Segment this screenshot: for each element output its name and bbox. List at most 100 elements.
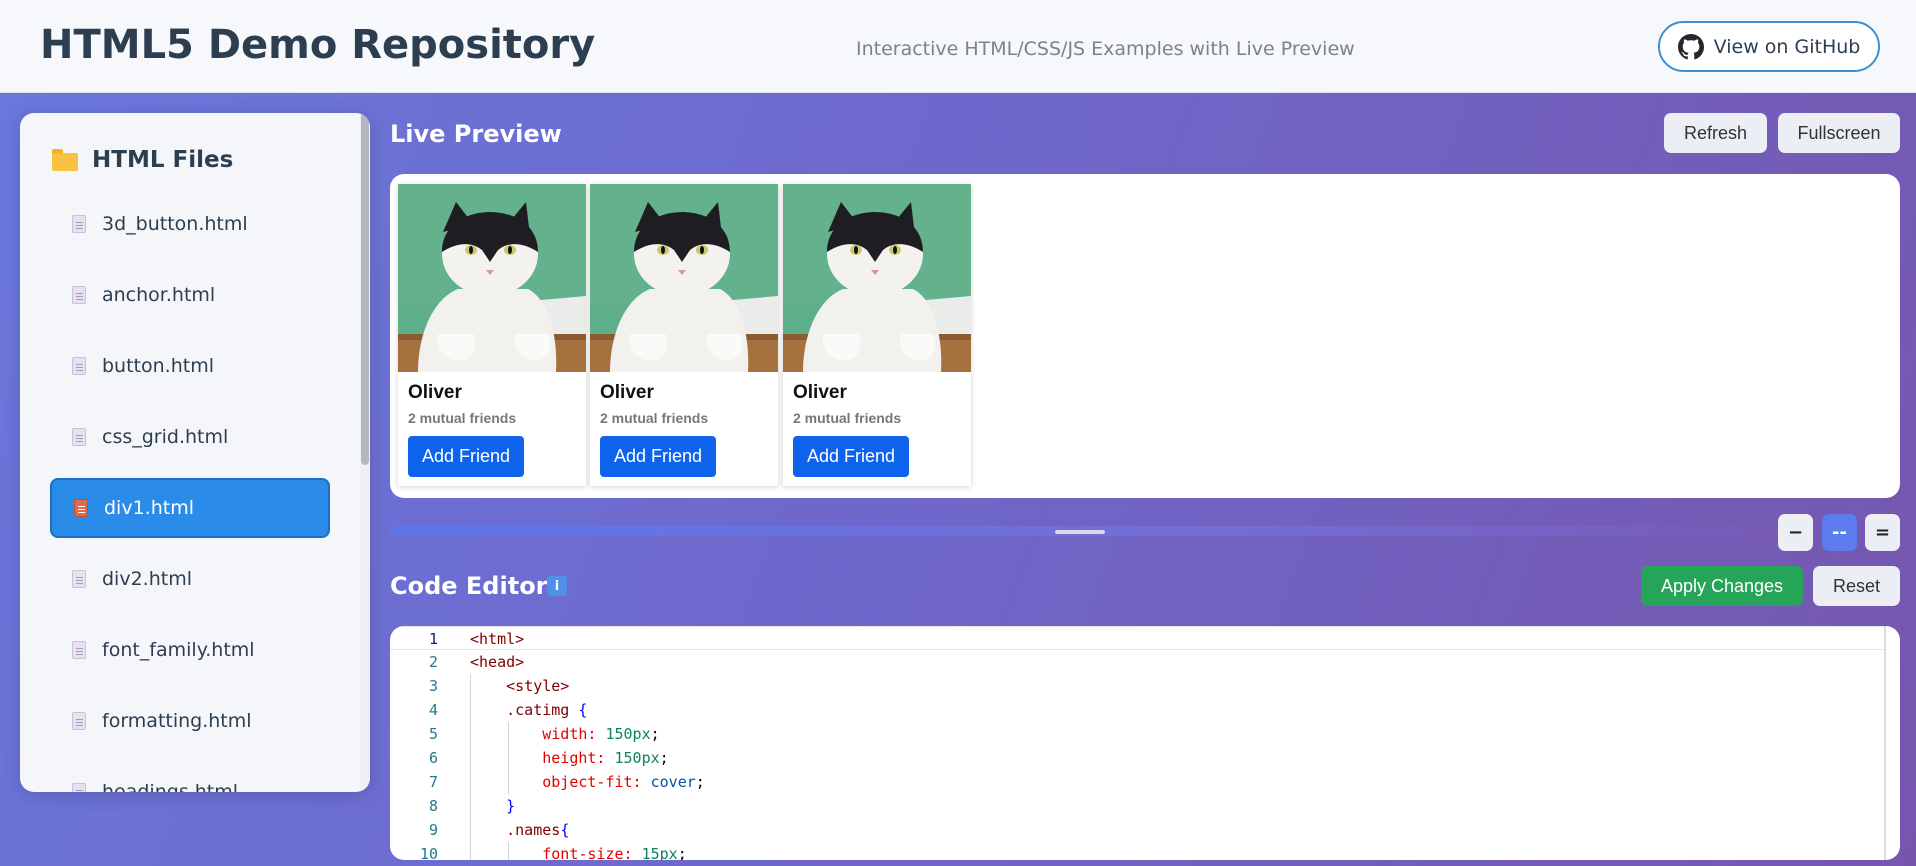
sidebar-file-item[interactable]: font_family.html bbox=[50, 620, 330, 680]
add-friend-button[interactable]: Add Friend bbox=[408, 436, 524, 477]
code-text: object-fit: cover; bbox=[542, 773, 705, 791]
friend-name: Oliver bbox=[600, 382, 654, 403]
app-title: HTML5 Demo Repository bbox=[40, 22, 596, 68]
panel-resize-handle[interactable] bbox=[1055, 530, 1105, 534]
cat-photo bbox=[398, 184, 586, 372]
cat-photo bbox=[590, 184, 778, 372]
code-line[interactable]: 5 width: 150px; bbox=[390, 722, 1886, 746]
fullscreen-button[interactable]: Fullscreen bbox=[1778, 113, 1900, 153]
line-number: 2 bbox=[428, 653, 438, 671]
file-sidebar: HTML Files 3d_button.html anchor.html butt… bbox=[20, 113, 370, 792]
github-icon bbox=[1677, 33, 1704, 59]
file-icon bbox=[72, 357, 86, 375]
code-line[interactable]: 6 height: 150px; bbox=[390, 746, 1886, 770]
sidebar-scrollbar[interactable] bbox=[360, 113, 370, 792]
file-list: 3d_button.html anchor.html button.html css_… bbox=[50, 194, 330, 792]
sidebar-file-item[interactable]: button.html bbox=[50, 336, 330, 396]
code-editor-title: Code Editor bbox=[390, 572, 548, 600]
file-label: formatting.html bbox=[102, 710, 252, 732]
sidebar-scroll-thumb[interactable] bbox=[361, 113, 369, 465]
sidebar-file-item[interactable]: div2.html bbox=[50, 549, 330, 609]
line-number: 3 bbox=[428, 677, 438, 695]
editor-scrollbar[interactable] bbox=[1884, 626, 1886, 860]
code-text: .catimg { bbox=[506, 701, 588, 719]
line-number: 1 bbox=[428, 630, 438, 648]
file-label: headings.html bbox=[102, 781, 239, 792]
reset-button[interactable]: Reset bbox=[1813, 566, 1900, 606]
line-number: 4 bbox=[428, 701, 438, 719]
line-number: 5 bbox=[428, 725, 438, 743]
line-number: 9 bbox=[428, 821, 438, 839]
add-friend-button[interactable]: Add Friend bbox=[600, 436, 716, 477]
sidebar-file-item[interactable]: headings.html bbox=[50, 762, 330, 792]
info-icon[interactable]: i bbox=[547, 576, 567, 596]
file-label: div1.html bbox=[104, 497, 194, 519]
friend-card: Oliver 2 mutual friends Add Friend bbox=[398, 184, 586, 486]
file-icon bbox=[74, 499, 88, 517]
sidebar-header: HTML Files bbox=[52, 147, 233, 173]
size-small-button[interactable]: − bbox=[1778, 514, 1813, 551]
sidebar-file-item[interactable]: div1.html bbox=[50, 478, 330, 538]
file-icon bbox=[72, 783, 86, 792]
file-label: font_family.html bbox=[102, 639, 255, 661]
size-medium-button[interactable]: -- bbox=[1822, 514, 1857, 551]
code-line[interactable]: 7 object-fit: cover; bbox=[390, 770, 1886, 794]
apply-changes-button[interactable]: Apply Changes bbox=[1641, 566, 1803, 606]
friend-name: Oliver bbox=[793, 382, 847, 403]
app-subtitle: Interactive HTML/CSS/JS Examples with Li… bbox=[856, 38, 1355, 60]
sidebar-file-item[interactable]: css_grid.html bbox=[50, 407, 330, 467]
file-label: 3d_button.html bbox=[102, 213, 248, 235]
view-on-github-button[interactable]: View on GitHub bbox=[1658, 21, 1880, 72]
code-line[interactable]: 2 <head> bbox=[390, 650, 1886, 674]
code-line[interactable]: 8 } bbox=[390, 794, 1886, 818]
code-line[interactable]: 10 font-size: 15px; bbox=[390, 842, 1886, 860]
folder-icon bbox=[52, 149, 78, 171]
preview-frame: Oliver 2 mutual friends Add Friend Oliver 2 … bbox=[390, 174, 1900, 498]
code-text: height: 150px; bbox=[542, 749, 669, 767]
file-icon bbox=[72, 641, 86, 659]
indent-guide bbox=[508, 842, 509, 860]
file-label: anchor.html bbox=[102, 284, 216, 306]
app-header: HTML5 Demo Repository Interactive HTML/C… bbox=[0, 0, 1916, 93]
refresh-button[interactable]: Refresh bbox=[1664, 113, 1767, 153]
mutual-friends-text: 2 mutual friends bbox=[793, 410, 902, 426]
file-icon bbox=[72, 428, 86, 446]
code-line[interactable]: 4 .catimg { bbox=[390, 698, 1886, 722]
indent-guide bbox=[470, 674, 471, 860]
code-text: <html> bbox=[470, 630, 525, 648]
code-editor[interactable]: 1 <html> 2 <head> 3 <style> 4 .catimg {5 widt… bbox=[390, 626, 1900, 860]
file-label: div2.html bbox=[102, 568, 192, 590]
file-icon bbox=[72, 712, 86, 730]
line-number: 10 bbox=[419, 845, 438, 860]
size-large-button[interactable]: = bbox=[1865, 514, 1900, 551]
mutual-friends-text: 2 mutual friends bbox=[600, 410, 709, 426]
line-number: 7 bbox=[428, 773, 438, 791]
line-number: 8 bbox=[428, 797, 438, 815]
indent-guide bbox=[508, 722, 509, 794]
sidebar-file-item[interactable]: formatting.html bbox=[50, 691, 330, 751]
code-text: font-size: 15px; bbox=[542, 845, 687, 860]
code-text: <style> bbox=[506, 677, 570, 695]
file-label: button.html bbox=[102, 355, 214, 377]
friend-card: Oliver 2 mutual friends Add Friend bbox=[783, 184, 971, 486]
sidebar-title: HTML Files bbox=[92, 147, 234, 173]
code-text: <head> bbox=[470, 653, 525, 671]
sidebar-file-item[interactable]: 3d_button.html bbox=[50, 194, 330, 254]
github-button-label: View on GitHub bbox=[1713, 35, 1861, 58]
friend-card: Oliver 2 mutual friends Add Friend bbox=[590, 184, 778, 486]
file-icon bbox=[72, 215, 86, 233]
line-number: 6 bbox=[428, 749, 438, 767]
code-line[interactable]: 3 <style> bbox=[390, 674, 1886, 698]
code-line[interactable]: 1 <html> bbox=[390, 626, 1886, 650]
live-preview-title: Live Preview bbox=[390, 120, 562, 148]
sidebar-file-item[interactable]: anchor.html bbox=[50, 265, 330, 325]
code-text: .names{ bbox=[506, 821, 570, 839]
file-icon bbox=[72, 286, 86, 304]
file-icon bbox=[72, 570, 86, 588]
mutual-friends-text: 2 mutual friends bbox=[408, 410, 517, 426]
code-line[interactable]: 9 .names{ bbox=[390, 818, 1886, 842]
add-friend-button[interactable]: Add Friend bbox=[793, 436, 909, 477]
friend-name: Oliver bbox=[408, 382, 462, 403]
code-text: width: 150px; bbox=[542, 725, 660, 743]
cat-photo bbox=[783, 184, 971, 372]
